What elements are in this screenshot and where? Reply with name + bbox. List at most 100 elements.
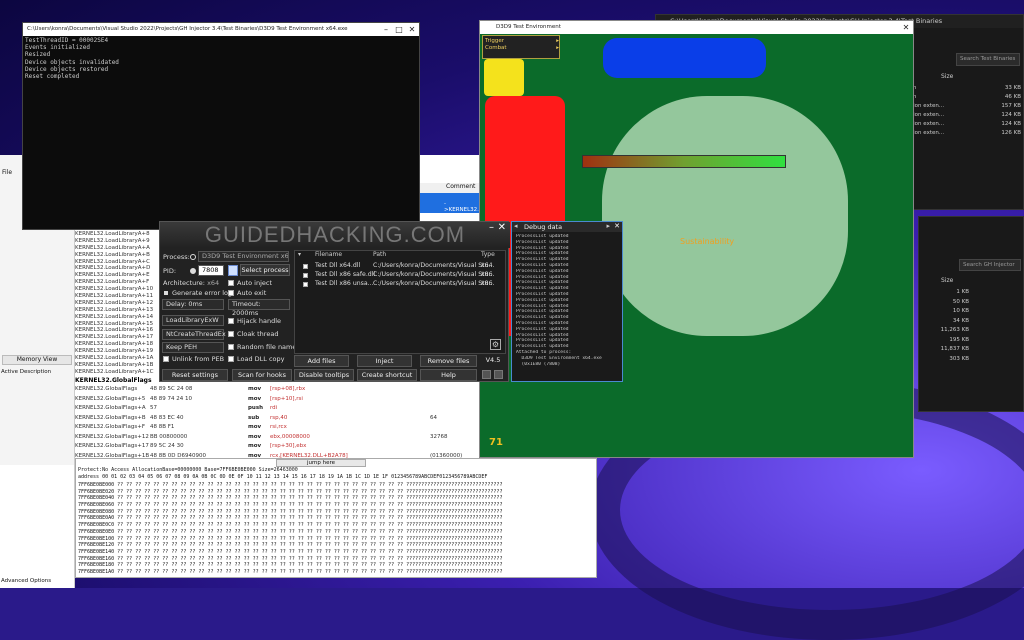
size-column-header[interactable]: Size — [941, 73, 1021, 80]
minimize-icon[interactable]: – — [379, 23, 393, 36]
disasm-row[interactable]: KERNEL32.LoadLibraryA+17 — [75, 334, 160, 341]
timeout-slider[interactable]: Timeout: 2000ms — [228, 299, 290, 317]
disasm-row[interactable]: KERNEL32.LoadLibraryA+11 — [75, 293, 160, 300]
code-row[interactable]: KERNEL32.GlobalFlags+5 48 89 74 24 10 mov [… — [75, 396, 480, 406]
hex-row[interactable]: 7FF6BE0BE120 ?? ?? ?? ?? ?? ?? ?? ?? ?? … — [78, 542, 596, 549]
disasm-row[interactable]: KERNEL32.LoadLibraryA+14 — [75, 314, 160, 321]
dll-checkbox[interactable] — [303, 264, 308, 269]
disasm-row[interactable]: KERNEL32.LoadLibraryA+E — [75, 272, 160, 279]
explorer-search-input[interactable]: Search Test Binaries — [956, 53, 1020, 66]
remove-files-button[interactable]: Remove files — [420, 355, 477, 367]
disasm-row[interactable]: KERNEL32.LoadLibraryA+1B — [75, 362, 160, 369]
file-menu[interactable]: File — [2, 169, 12, 176]
peh-dropdown[interactable]: Keep PEH — [162, 342, 224, 353]
hex-row[interactable]: 7FF6BE0BE0E0 ?? ?? ?? ?? ?? ?? ?? ?? ?? … — [78, 529, 596, 536]
advanced-options[interactable]: Advanced Options — [1, 578, 51, 584]
hex-row[interactable]: 7FF6BE0BE060 ?? ?? ?? ?? ?? ?? ?? ?? ?? … — [78, 502, 596, 509]
code-row[interactable]: KERNEL32.GlobalFlags+12 BB 00800000 mov ebx… — [75, 434, 480, 444]
disasm-row[interactable]: KERNEL32.LoadLibraryA+18 — [75, 341, 160, 348]
hex-row[interactable]: 7FF6BE0BE1A0 ?? ?? ?? ?? ?? ?? ?? ?? ?? … — [78, 569, 596, 576]
delay-slider[interactable]: Delay: 0ms — [162, 299, 224, 310]
file-row[interactable]: tion exten... 124 KB — [911, 121, 1021, 130]
file-row[interactable]: tion exten... 157 KB — [911, 103, 1021, 112]
code-row[interactable]: KERNEL32.GlobalFlags+B 48 83 EC 40 sub rsp,… — [75, 415, 480, 425]
hex-row[interactable]: 7FF6BE0BE080 ?? ?? ?? ?? ?? ?? ?? ?? ?? … — [78, 509, 596, 516]
error-log-option[interactable]: Generate error log — [163, 289, 232, 297]
unlink-option[interactable]: Unlink from PEB — [163, 355, 224, 363]
col-type[interactable]: Type — [481, 251, 495, 258]
dll-checkbox[interactable] — [303, 273, 308, 278]
process-dropdown[interactable]: D3D9 Test Environment x64.exe — [198, 251, 289, 262]
disasm-row[interactable]: KERNEL32.LoadLibraryA+10 — [75, 286, 160, 293]
injector-close-icon[interactable]: ✕ — [498, 222, 506, 233]
disasm-row[interactable]: KERNEL32.LoadLibraryA+F — [75, 279, 160, 286]
error-log-checkbox[interactable] — [163, 290, 169, 296]
dll-file-row[interactable]: Test Dll x64.dll C:/Users/konra/Documents… — [295, 262, 507, 271]
auto-exit-checkbox[interactable] — [228, 290, 234, 296]
jump-here-button[interactable]: jump here — [276, 459, 366, 467]
pid-input[interactable]: 7808 — [198, 265, 224, 276]
dll-file-row[interactable]: Test Dll x86 safe.dll C:/Users/konra/Docu… — [295, 271, 507, 280]
game-close-icon[interactable]: ✕ — [899, 21, 913, 34]
file-size[interactable]: 11,837 KB — [919, 346, 969, 356]
file-size[interactable]: 34 KB — [919, 318, 969, 328]
disasm-row[interactable]: KERNEL32.LoadLibraryA+13 — [75, 307, 160, 314]
col-path[interactable]: Path — [373, 251, 386, 258]
file-row[interactable]: tion exten... 126 KB — [911, 130, 1021, 139]
file-size[interactable]: 195 KB — [919, 337, 969, 347]
disasm-row[interactable]: KERNEL32.LoadLibraryA+1C — [75, 369, 160, 376]
file-size[interactable]: 1 KB — [919, 289, 969, 299]
debug-close-icon[interactable]: ✕ — [614, 222, 620, 230]
random-name-checkbox[interactable] — [228, 344, 234, 350]
disasm-row[interactable]: KERNEL32.LoadLibraryA+1A — [75, 355, 160, 362]
select-process-button[interactable]: Select process — [240, 264, 290, 276]
debug-collapse-icon[interactable]: ◂ — [514, 222, 518, 230]
disasm-row[interactable]: KERNEL32.LoadLibraryA+15 — [75, 321, 160, 328]
cloak-checkbox[interactable] — [228, 331, 234, 337]
hijack-option[interactable]: Hijack handle — [228, 317, 281, 325]
method-dropdown[interactable]: LoadLibraryExW — [162, 315, 224, 326]
disable-tooltips-button[interactable]: Disable tooltips — [294, 369, 354, 381]
file-size[interactable]: 10 KB — [919, 308, 969, 318]
disasm-row[interactable]: KERNEL32.LoadLibraryA+8 — [75, 231, 160, 238]
file-row[interactable]: m46 KB — [911, 94, 1021, 103]
disasm-row[interactable]: KERNEL32.LoadLibraryA+12 — [75, 300, 160, 307]
close-icon[interactable]: ✕ — [405, 23, 419, 36]
hex-row[interactable]: 7FF6BE0BE160 ?? ?? ?? ?? ?? ?? ?? ?? ?? … — [78, 556, 596, 563]
settings-icon[interactable]: ⚙ — [490, 339, 501, 350]
collapse-icon[interactable]: ▾ — [298, 251, 301, 258]
load-copy-checkbox[interactable] — [228, 356, 234, 362]
code-row[interactable]: KERNEL32.GlobalFlags+17 89 5C 24 30 mov [rs… — [75, 443, 480, 453]
hex-row[interactable]: 7FF6BE0BE040 ?? ?? ?? ?? ?? ?? ?? ?? ?? … — [78, 495, 596, 502]
random-name-option[interactable]: Random file name — [228, 343, 296, 351]
hex-row[interactable]: 7FF6BE0BE180 ?? ?? ?? ?? ?? ?? ?? ?? ?? … — [78, 562, 596, 569]
disasm-row[interactable]: KERNEL32.LoadLibraryA+A — [75, 245, 160, 252]
hijack-checkbox[interactable] — [228, 318, 234, 324]
file-row[interactable]: tion exten... 124 KB — [911, 112, 1021, 121]
overlay-menu-item[interactable]: Trigger ▸ — [485, 38, 559, 45]
explorer-search-input-2[interactable]: Search GH Injector — [959, 259, 1021, 271]
auto-inject-checkbox[interactable] — [228, 280, 234, 286]
disasm-row[interactable]: KERNEL32.LoadLibraryA+B — [75, 252, 160, 259]
create-shortcut-button[interactable]: Create shortcut — [357, 369, 417, 381]
launch-method-dropdown[interactable]: NtCreateThreadEx — [162, 329, 226, 340]
unlink-checkbox[interactable] — [163, 356, 169, 362]
load-copy-option[interactable]: Load DLL copy — [228, 355, 285, 363]
injector-minimize-icon[interactable]: – — [489, 222, 494, 233]
code-row[interactable]: KERNEL32.GlobalFlags+A 57 push rdi — [75, 405, 480, 415]
hex-row[interactable]: 7FF6BE0BE0A0 ?? ?? ?? ?? ?? ?? ?? ?? ?? … — [78, 515, 596, 522]
add-files-button[interactable]: Add files — [294, 355, 349, 367]
comment-highlight[interactable]: ->KERNEL32.BAS — [420, 193, 490, 213]
hex-row[interactable]: 7FF6BE0BE0C0 ?? ?? ?? ?? ?? ?? ?? ?? ?? … — [78, 522, 596, 529]
disasm-row[interactable]: KERNEL32.LoadLibraryA+16 — [75, 327, 160, 334]
inject-button[interactable]: Inject — [357, 355, 412, 367]
hex-row[interactable]: 7FF6BE0BE140 ?? ?? ?? ?? ?? ?? ?? ?? ?? … — [78, 549, 596, 556]
code-row[interactable]: KERNEL32.GlobalFlags 48 89 5C 24 08 mov [rs… — [75, 386, 480, 396]
scan-hooks-button[interactable]: Scan for hooks — [232, 369, 292, 381]
debug-toggle-icon[interactable] — [494, 370, 503, 379]
hex-row[interactable]: 7FF6BE0BE020 ?? ?? ?? ?? ?? ?? ?? ?? ?? … — [78, 489, 596, 496]
disasm-row[interactable]: KERNEL32.LoadLibraryA+19 — [75, 348, 160, 355]
dll-checkbox[interactable] — [303, 282, 308, 287]
file-row[interactable]: m33 KB — [911, 85, 1021, 94]
file-size[interactable]: 11,263 KB — [919, 327, 969, 337]
